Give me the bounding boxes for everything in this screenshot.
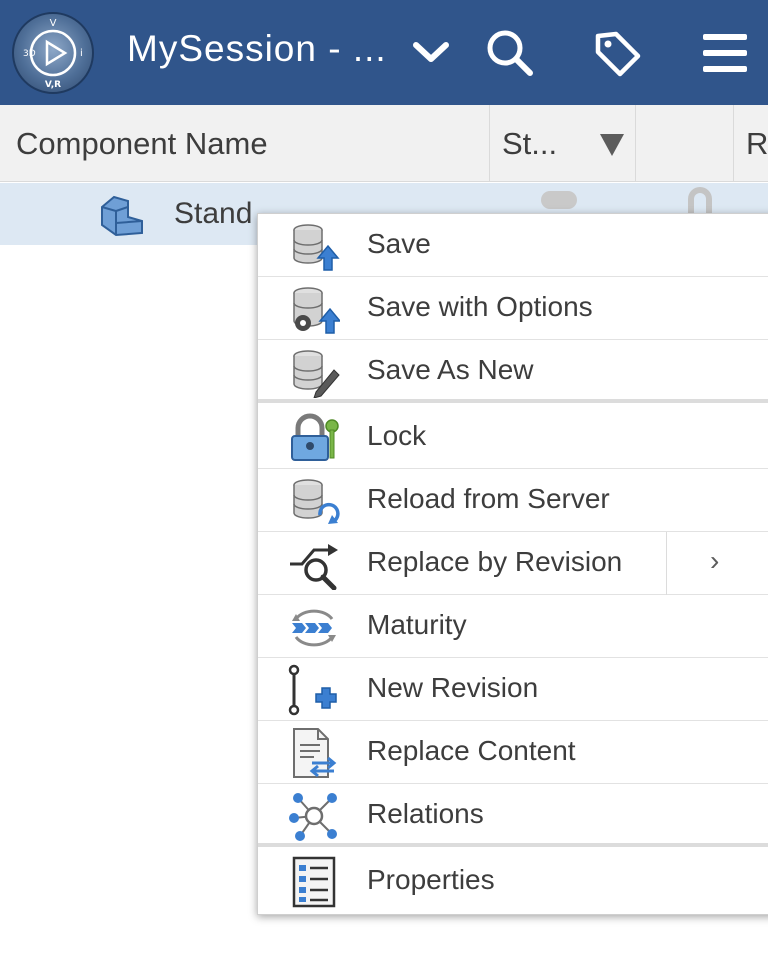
compass-icon[interactable]: V 3D i V,R: [12, 12, 94, 94]
hamburger-menu-icon[interactable]: [699, 26, 753, 80]
relations-icon: [288, 790, 340, 842]
menu-item-reload-from-server[interactable]: Reload from Server: [258, 469, 768, 532]
menu-item-save[interactable]: Save: [258, 214, 768, 277]
menu-item-lock[interactable]: Lock: [258, 406, 768, 469]
context-menu: Save Save with Options Save As New Lock …: [257, 213, 768, 915]
chevron-down-icon[interactable]: [404, 26, 458, 80]
save-icon: [288, 220, 340, 272]
svg-text:V,R: V,R: [45, 80, 61, 90]
save-options-icon: [288, 283, 342, 335]
menu-item-relations[interactable]: Relations: [258, 784, 768, 847]
menu-item-save-as-new[interactable]: Save As New: [258, 340, 768, 403]
top-bar: V 3D i V,R MySession - ...: [0, 0, 768, 105]
column-header-component-name[interactable]: Component Name: [0, 105, 490, 182]
menu-item-label: Save: [367, 228, 431, 259]
replace-content-icon: [288, 727, 340, 779]
menu-item-label: Replace Content: [367, 735, 576, 766]
menu-item-replace-by-revision[interactable]: Replace by Revision ›: [258, 532, 768, 595]
menu-item-label: Save with Options: [367, 291, 593, 322]
status-indicator: [541, 191, 577, 209]
menu-item-maturity[interactable]: Maturity: [258, 595, 768, 658]
menu-item-label: Reload from Server: [367, 483, 610, 514]
menu-item-save-with-options[interactable]: Save with Options: [258, 277, 768, 340]
lock-icon: [288, 412, 340, 464]
svg-text:V: V: [50, 18, 57, 29]
grid-header: Component Name St... R: [0, 105, 768, 182]
submenu-arrow-icon[interactable]: ›: [710, 545, 719, 577]
svg-text:3D: 3D: [23, 49, 36, 59]
column-header-r[interactable]: R: [734, 105, 768, 182]
search-icon[interactable]: [482, 26, 536, 80]
menu-item-label: Properties: [367, 864, 495, 895]
session-title[interactable]: MySession - ...: [127, 28, 387, 70]
menu-item-label: Maturity: [367, 609, 467, 640]
menu-item-new-revision[interactable]: New Revision: [258, 658, 768, 721]
menu-item-properties[interactable]: Properties: [258, 850, 768, 913]
column-header-status[interactable]: St...: [490, 105, 636, 182]
svg-text:i: i: [80, 48, 83, 59]
part-icon: [94, 189, 150, 239]
properties-icon: [288, 856, 340, 908]
menu-item-label: Lock: [367, 420, 427, 451]
maturity-icon: [288, 601, 340, 653]
sort-arrow-icon[interactable]: [600, 134, 624, 156]
replace-revision-icon: [288, 538, 340, 591]
new-revision-icon: [288, 664, 340, 716]
tag-icon[interactable]: [590, 26, 644, 80]
menu-item-label: Save As New: [367, 354, 534, 385]
menu-item-label: Relations: [367, 798, 484, 829]
menu-item-label: Replace by Revision: [367, 546, 623, 577]
save-as-new-icon: [288, 346, 340, 399]
submenu-divider: [666, 532, 667, 595]
column-header-empty[interactable]: [636, 105, 734, 182]
lock-status-icon: [688, 187, 712, 213]
reload-icon: [288, 475, 340, 527]
column-header-status-label: St...: [502, 126, 558, 161]
component-name-cell: Stand: [174, 197, 253, 230]
menu-item-replace-content[interactable]: Replace Content: [258, 721, 768, 784]
menu-item-label: New Revision: [367, 672, 539, 703]
